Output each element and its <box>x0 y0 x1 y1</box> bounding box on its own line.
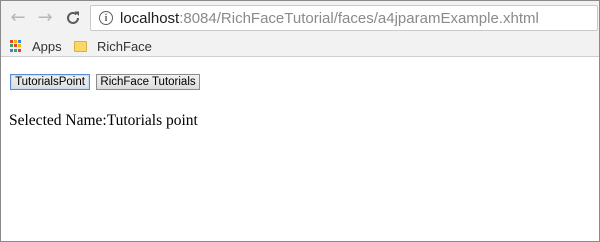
page-content: TutorialsPoint RichFace Tutorials Select… <box>1 57 599 241</box>
tutorialspoint-button[interactable]: TutorialsPoint <box>10 74 90 90</box>
browser-window: ← → i localhost:8084/RichFaceTutorial/fa… <box>0 0 600 242</box>
forward-arrow-icon[interactable]: → <box>34 7 56 29</box>
selected-name-label: Selected Name: <box>9 112 107 129</box>
apps-grid-icon <box>10 40 22 52</box>
reload-icon-graphic <box>67 11 79 24</box>
bookmark-apps-label: Apps <box>32 38 62 54</box>
back-arrow-icon[interactable]: ← <box>7 7 29 29</box>
folder-icon <box>74 40 87 52</box>
address-bar[interactable]: i localhost:8084/RichFaceTutorial/faces/… <box>90 5 598 31</box>
bookmark-richface[interactable]: RichFace <box>74 35 152 57</box>
url-host: localhost <box>120 10 180 27</box>
selected-name-output: Selected Name:Tutorials point <box>9 112 198 130</box>
richface-tutorials-button[interactable]: RichFace Tutorials <box>96 74 200 90</box>
selected-name-value: Tutorials point <box>106 112 198 129</box>
bookmark-richface-label: RichFace <box>97 38 152 54</box>
url-path: :8084/RichFaceTutorial/faces/a4jparamExa… <box>179 10 539 27</box>
browser-toolbar: ← → i localhost:8084/RichFaceTutorial/fa… <box>1 1 599 35</box>
url-text[interactable]: localhost:8084/RichFaceTutorial/faces/a4… <box>120 10 539 27</box>
bookmark-apps[interactable]: Apps <box>10 35 62 57</box>
reload-icon[interactable] <box>62 7 84 29</box>
bookmarks-bar: Apps RichFace <box>1 35 599 57</box>
info-icon[interactable]: i <box>99 11 113 25</box>
